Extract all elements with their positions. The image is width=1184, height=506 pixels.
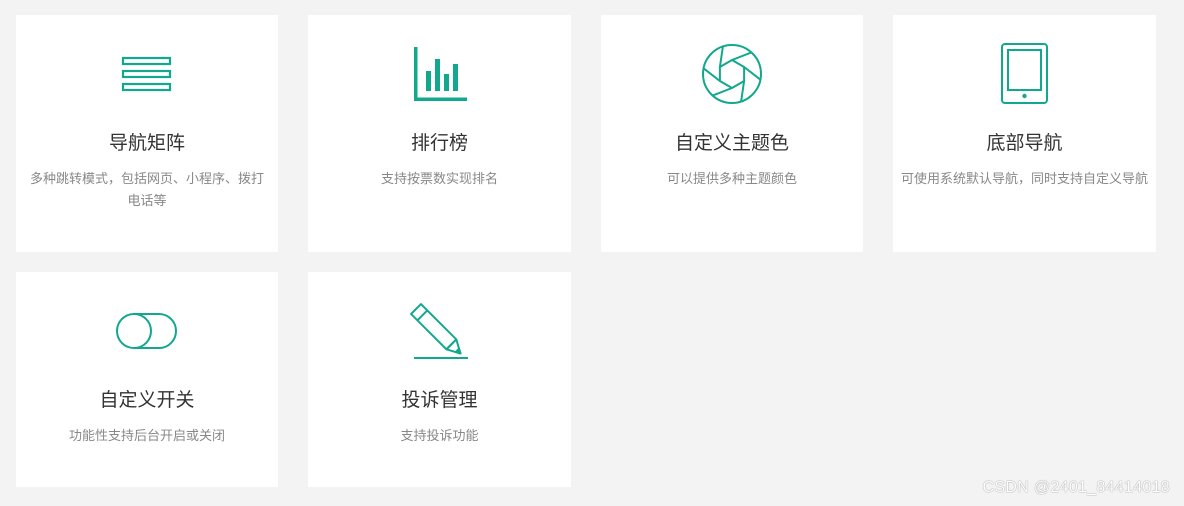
watermark-text: CSDN @2401_84414018 xyxy=(982,479,1170,496)
card-description: 可以提供多种主题颜色 xyxy=(666,172,797,187)
feature-card-leaderboard[interactable]: 排行榜 支持按票数实现排名 xyxy=(308,15,571,252)
feature-card-nav-matrix[interactable]: 导航矩阵 多种跳转模式，包括网页、小程序、拨打电话等 xyxy=(16,15,278,252)
feature-card-bottom-nav[interactable]: 底部导航 可使用系统默认导航，同时支持自定义导航 xyxy=(893,15,1156,252)
card-description: 支持按票数实现排名 xyxy=(380,172,498,187)
aperture-icon xyxy=(601,43,863,105)
tablet-icon xyxy=(893,43,1156,105)
card-title: 排行榜 xyxy=(410,132,468,154)
feature-card-theme-color[interactable]: 自定义主题色 可以提供多种主题颜色 xyxy=(601,15,863,252)
card-description: 可使用系统默认导航，同时支持自定义导航 xyxy=(901,172,1149,187)
card-description: 支持投诉功能 xyxy=(400,429,479,444)
card-title: 导航矩阵 xyxy=(108,132,185,154)
card-description: 功能性支持后台开启或关闭 xyxy=(68,429,225,444)
feature-card-complaint-management[interactable]: 投诉管理 支持投诉功能 xyxy=(308,272,571,487)
card-title: 自定义开关 xyxy=(99,389,195,411)
card-title: 投诉管理 xyxy=(401,389,478,411)
pencil-icon xyxy=(308,300,571,362)
card-title: 底部导航 xyxy=(986,132,1063,154)
bar-chart-icon xyxy=(308,43,571,105)
card-title: 自定义主题色 xyxy=(674,132,789,154)
toggle-icon xyxy=(16,300,278,362)
card-description: 多种跳转模式，包括网页、小程序、拨打电话等 xyxy=(29,172,264,209)
feature-card-custom-switch[interactable]: 自定义开关 功能性支持后台开启或关闭 xyxy=(16,272,278,487)
list-icon xyxy=(16,43,278,105)
